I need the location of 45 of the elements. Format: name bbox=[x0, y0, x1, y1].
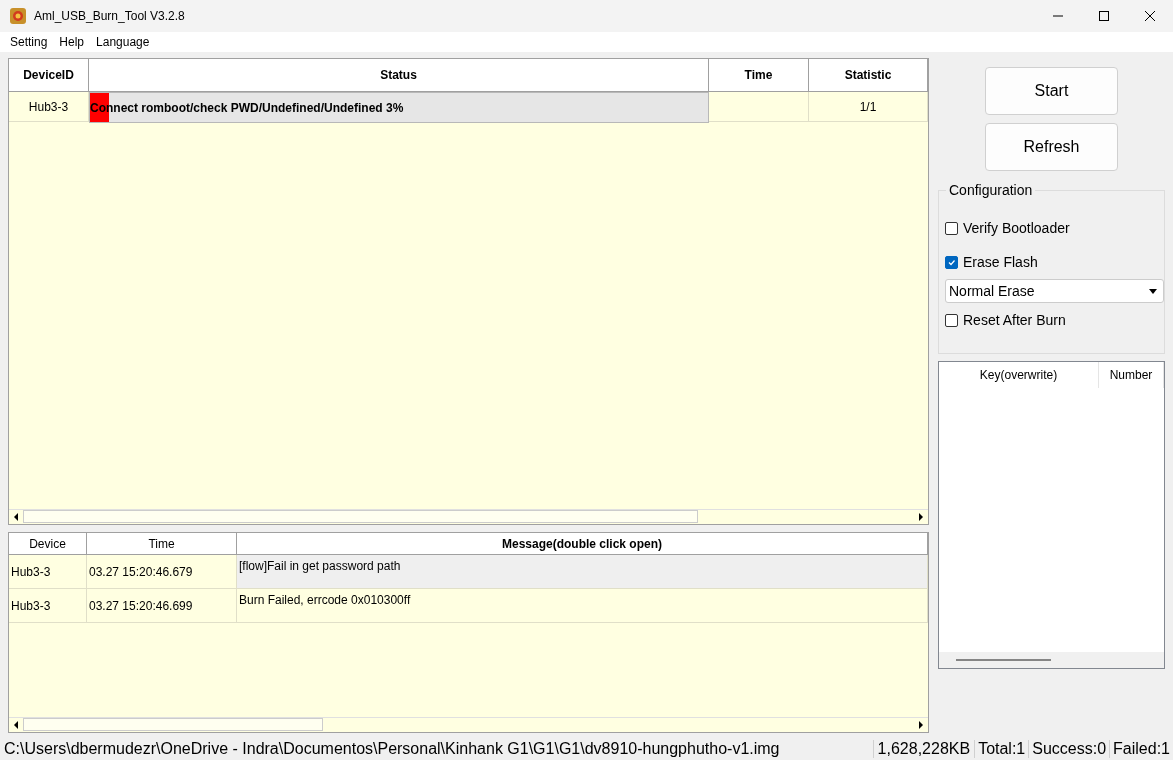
group-title: Configuration bbox=[946, 182, 1036, 198]
column-header[interactable]: Device bbox=[9, 533, 87, 555]
checkbox[interactable] bbox=[945, 313, 958, 327]
action-button[interactable]: Start bbox=[985, 67, 1118, 115]
table-cell: 1/1 bbox=[809, 92, 928, 122]
file-size: 1,628,228KB bbox=[872, 739, 975, 758]
scroll-right-icon bbox=[918, 721, 924, 729]
caret-icon bbox=[1149, 288, 1157, 294]
success-count: Success:0 bbox=[1028, 739, 1110, 758]
failed-count: Failed:1 bbox=[1109, 739, 1173, 758]
horizontal-scrollbar[interactable] bbox=[939, 652, 1164, 668]
table-cell: Hub3-3 bbox=[9, 555, 87, 589]
column-header[interactable]: DeviceID bbox=[9, 59, 89, 92]
log-message[interactable]: [flow]Fail in get password path bbox=[237, 555, 928, 589]
column-header[interactable]: Statistic bbox=[809, 59, 928, 92]
checkbox[interactable] bbox=[945, 221, 958, 235]
action-button[interactable]: Refresh bbox=[985, 123, 1118, 171]
total-count: Total:1 bbox=[974, 739, 1029, 758]
app-icon bbox=[10, 8, 26, 24]
menu-item[interactable]: Setting bbox=[4, 35, 54, 49]
column-header[interactable]: Time bbox=[709, 59, 809, 92]
checkbox-label[interactable]: Reset After Burn bbox=[963, 312, 1066, 328]
log-message[interactable]: Burn Failed, errcode 0x010300ff bbox=[237, 589, 928, 623]
erase-dropdown[interactable]: Normal Erase bbox=[945, 279, 1164, 303]
file-path: C:\Users\dbermudezr\OneDrive - Indra\Documentos\Personal\Kinhank G1\G1\G1\dv8910-hungphutho-v1.img bbox=[3, 739, 781, 758]
menu-item[interactable]: Help bbox=[53, 35, 91, 49]
horizontal-scrollbar[interactable] bbox=[9, 717, 928, 732]
table-cell: 03.27 15:20:46.699 bbox=[87, 589, 237, 623]
horizontal-scrollbar[interactable] bbox=[9, 509, 928, 524]
checkmark-icon bbox=[947, 257, 956, 267]
table-cell: Hub3-3 bbox=[9, 589, 87, 623]
scroll-left-icon bbox=[13, 721, 19, 729]
scroll-left-icon bbox=[13, 513, 19, 521]
maximize-icon[interactable] bbox=[1098, 10, 1110, 22]
menu-item[interactable]: Language bbox=[90, 35, 156, 49]
dropdown-value: Normal Erase bbox=[949, 283, 1035, 299]
scroll-right-icon bbox=[918, 513, 924, 521]
window-title: Aml_USB_Burn_Tool V3.2.8 bbox=[34, 9, 185, 23]
column-header[interactable]: Time bbox=[87, 533, 237, 555]
column-header[interactable]: Number bbox=[1099, 362, 1164, 388]
checkbox-label[interactable]: Verify Bootloader bbox=[963, 220, 1070, 236]
column-header[interactable]: Key(overwrite) bbox=[939, 362, 1099, 388]
close-icon[interactable] bbox=[1144, 10, 1156, 22]
checkbox-label[interactable]: Erase Flash bbox=[963, 254, 1038, 270]
checkbox[interactable] bbox=[945, 255, 958, 269]
